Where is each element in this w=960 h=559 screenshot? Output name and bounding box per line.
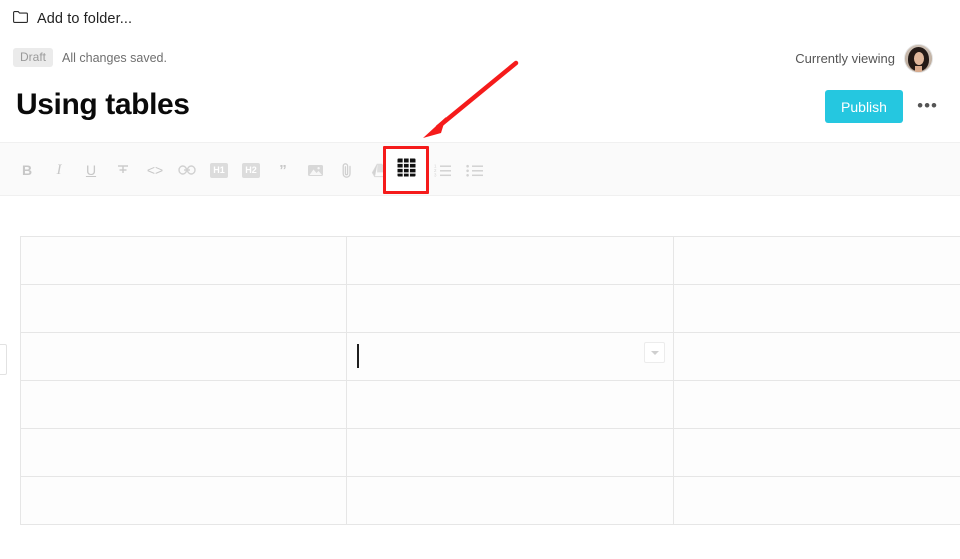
image-icon[interactable]	[299, 154, 331, 186]
table-row[interactable]	[20, 380, 960, 429]
link-icon[interactable]	[171, 154, 203, 186]
table-cell[interactable]	[20, 236, 347, 285]
table-cell[interactable]	[20, 428, 347, 477]
status-row: Draft All changes saved.	[13, 48, 167, 67]
table-cell[interactable]	[673, 236, 960, 285]
heading-1-icon[interactable]: H1	[203, 154, 235, 186]
table-cell[interactable]	[346, 284, 674, 333]
add-to-folder-label: Add to folder...	[37, 11, 133, 27]
ordered-list-icon[interactable]: 1 2 3	[427, 154, 459, 186]
table-icon[interactable]	[397, 158, 416, 182]
strikethrough-icon[interactable]	[107, 154, 139, 186]
page-title[interactable]: Using tables	[16, 88, 190, 122]
table-cell[interactable]	[346, 476, 674, 525]
row-handle-button[interactable]	[0, 344, 7, 375]
heading-2-icon[interactable]: H2	[235, 154, 267, 186]
add-to-folder-button[interactable]: Add to folder...	[13, 10, 132, 28]
table-row[interactable]	[20, 236, 960, 285]
code-icon[interactable]: <>	[139, 154, 171, 186]
avatar[interactable]	[905, 45, 932, 72]
italic-icon[interactable]: I	[43, 154, 75, 186]
heading-1-label: H1	[210, 162, 228, 178]
editor-toolbar: B I U <> H1 H2 ” 1 2 3	[0, 142, 960, 196]
table-cell[interactable]	[673, 332, 960, 381]
table-row[interactable]	[20, 332, 960, 381]
document-table[interactable]	[20, 236, 960, 525]
cell-menu-button[interactable]	[644, 342, 665, 363]
table-cell[interactable]	[20, 476, 347, 525]
table-cell[interactable]	[673, 380, 960, 429]
status-badge: Draft	[13, 48, 54, 67]
table-cell-active[interactable]	[346, 332, 674, 381]
table-cell[interactable]	[346, 380, 674, 429]
table-cell[interactable]	[673, 476, 960, 525]
publish-button[interactable]: Publish	[825, 90, 903, 123]
table-cell[interactable]	[673, 428, 960, 477]
currently-viewing-label: Currently viewing	[795, 51, 895, 66]
underline-icon[interactable]: U	[75, 154, 107, 186]
bold-icon[interactable]: B	[11, 154, 43, 186]
table-cell[interactable]	[20, 380, 347, 429]
table-cell[interactable]	[20, 332, 347, 381]
folder-icon	[13, 10, 28, 28]
annotation-highlight-box	[383, 146, 429, 194]
chevron-down-icon	[650, 350, 659, 355]
more-options-button[interactable]: •••	[917, 97, 938, 114]
attachment-icon[interactable]	[331, 154, 363, 186]
table-cell[interactable]	[346, 428, 674, 477]
table-cell[interactable]	[346, 236, 674, 285]
blockquote-icon[interactable]: ”	[267, 154, 299, 186]
table-row[interactable]	[20, 428, 960, 477]
top-bar: Add to folder...	[0, 0, 960, 42]
bulleted-list-icon[interactable]	[459, 154, 491, 186]
text-cursor	[357, 344, 359, 368]
table-row[interactable]	[20, 476, 960, 525]
currently-viewing: Currently viewing	[795, 45, 932, 72]
table-cell[interactable]	[20, 284, 347, 333]
svg-text:3: 3	[434, 173, 437, 177]
table-cell[interactable]	[673, 284, 960, 333]
heading-2-label: H2	[242, 162, 260, 178]
saved-status-text: All changes saved.	[62, 50, 167, 65]
table-row[interactable]	[20, 284, 960, 333]
annotation-arrow	[423, 60, 519, 138]
